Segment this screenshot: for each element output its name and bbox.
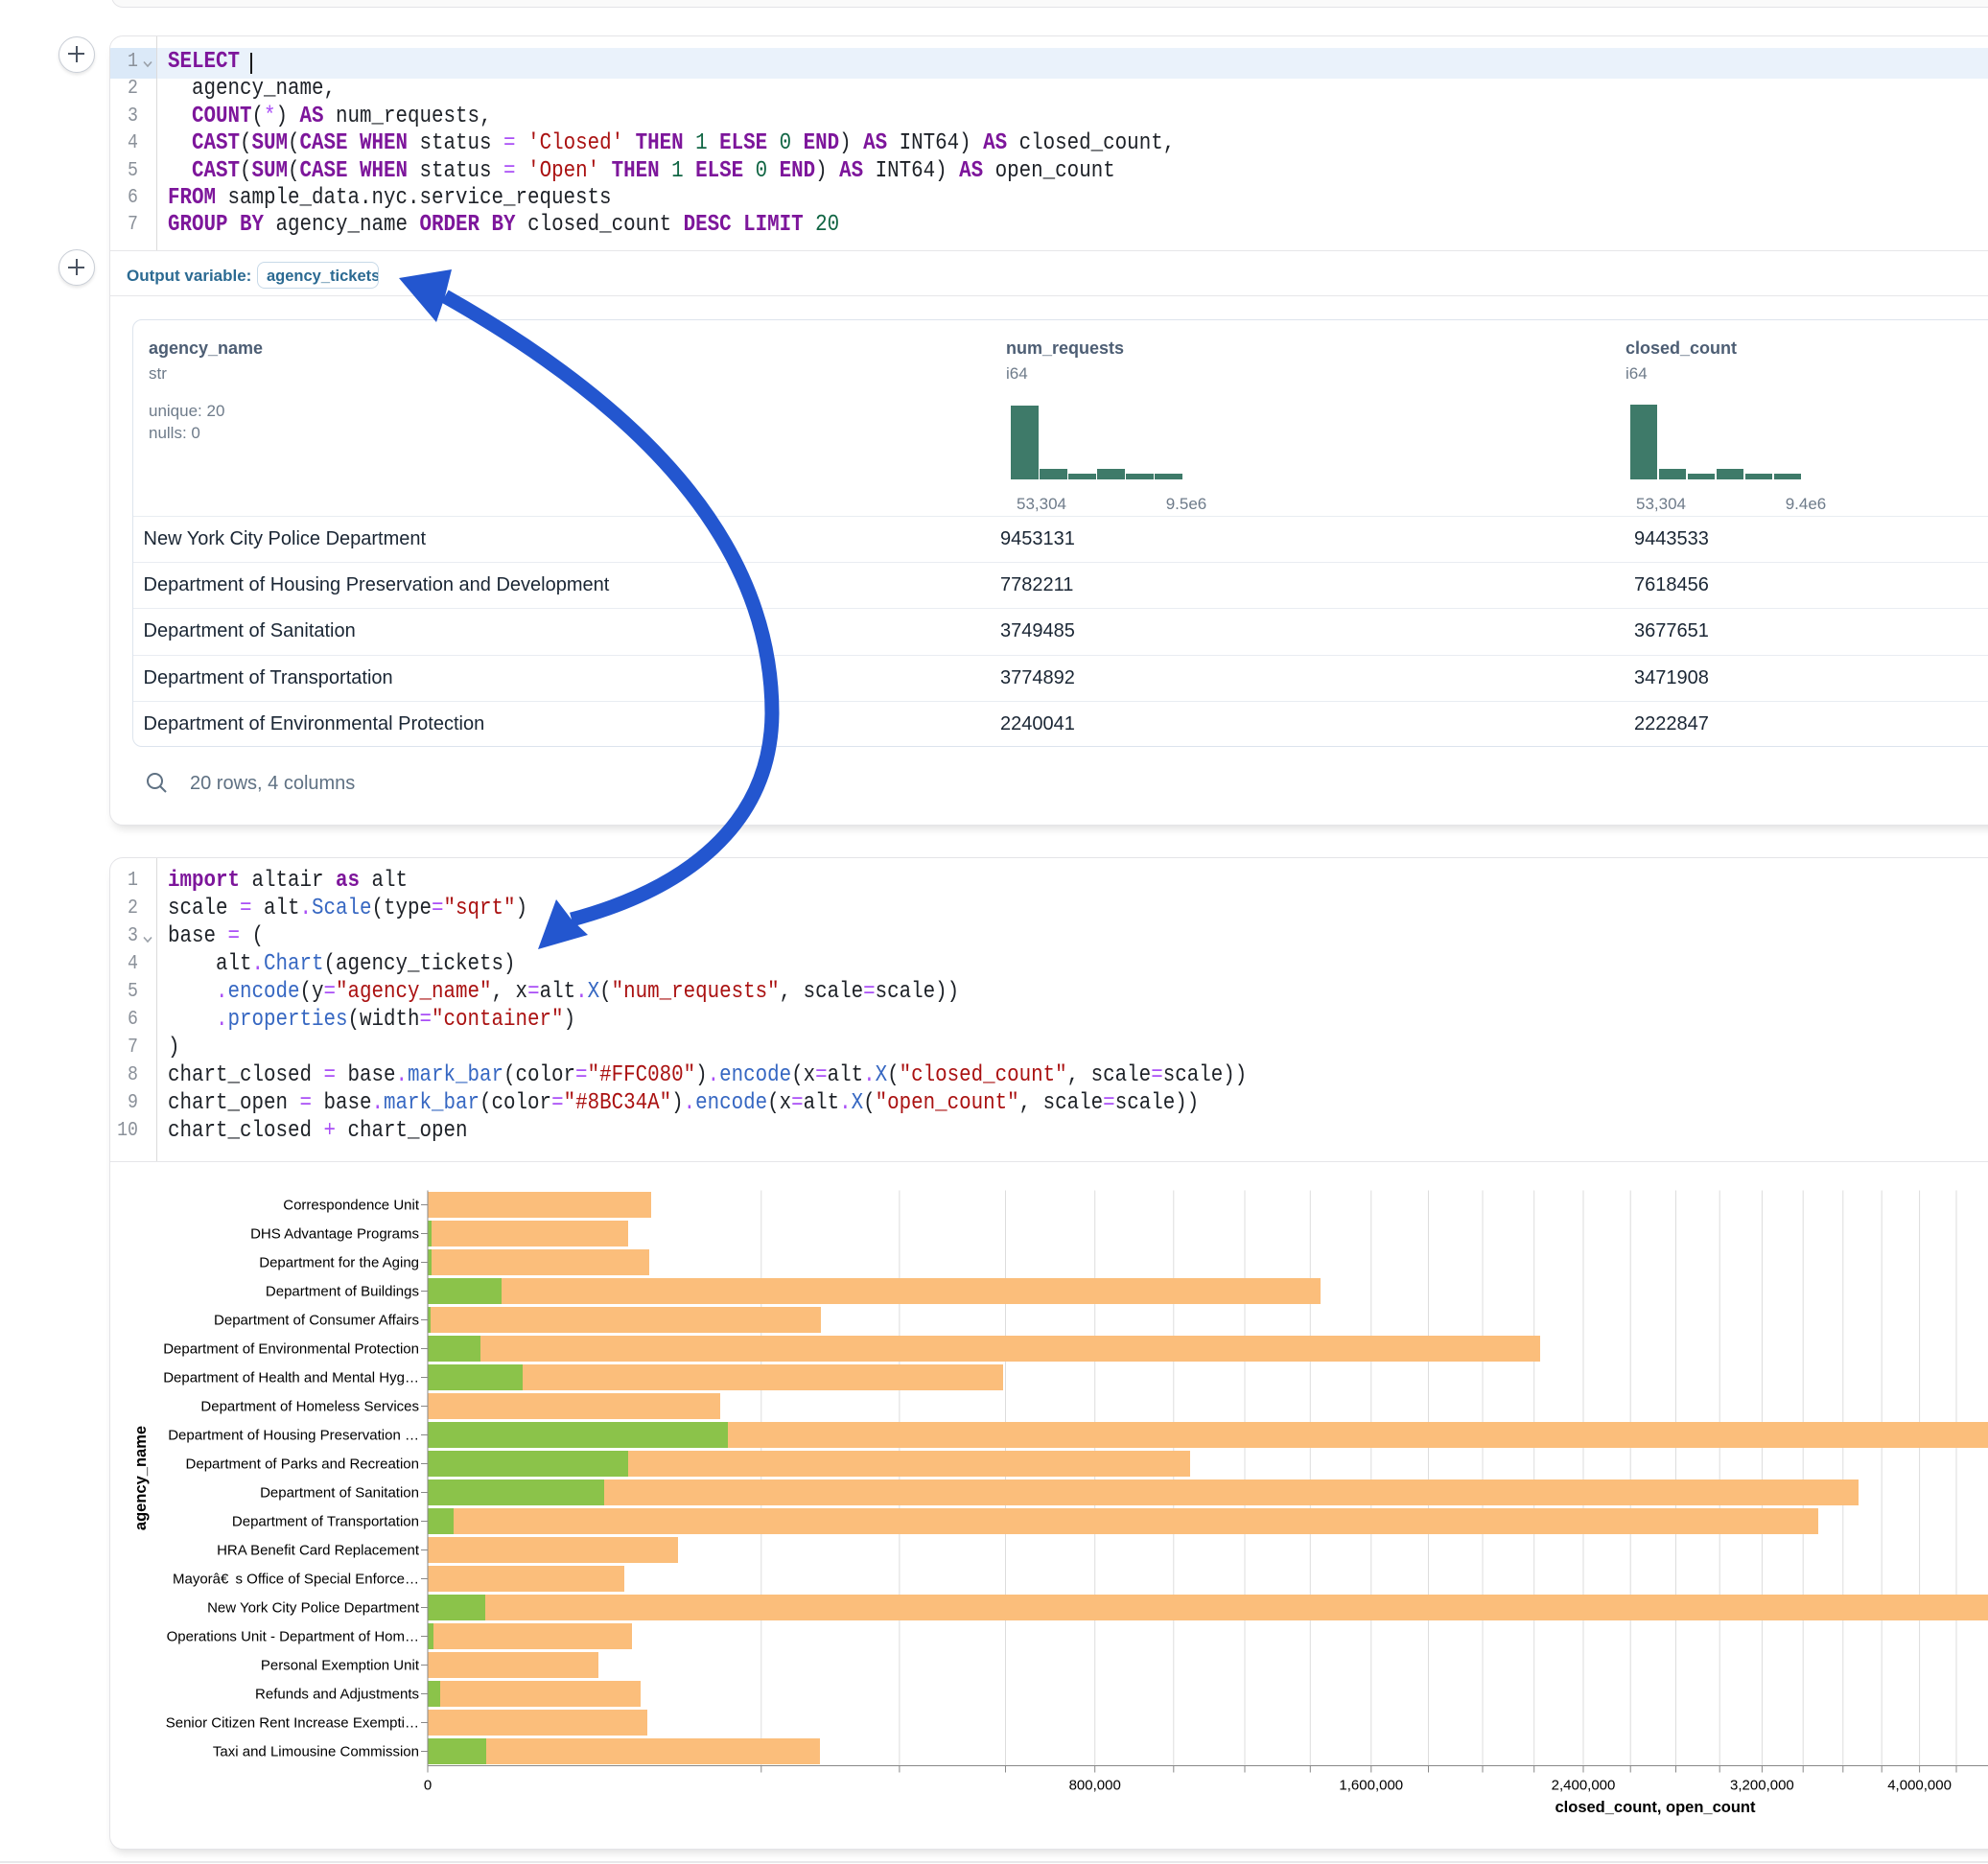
svg-text:Operations Unit - Department o: Operations Unit - Department of Hom…	[167, 1629, 419, 1645]
svg-text:Mayorâ€ s Office of Special E: Mayorâ€ s Office of Special Enforce…	[173, 1572, 419, 1588]
svg-text:New York City Police Departmen: New York City Police Department	[207, 1600, 420, 1617]
svg-text:Department of Parks and Recrea: Department of Parks and Recreation	[186, 1456, 419, 1473]
svg-text:Department for the Aging: Department for the Aging	[259, 1255, 419, 1271]
svg-text:DHS Advantage Programs: DHS Advantage Programs	[250, 1226, 419, 1243]
svg-text:800,000: 800,000	[1069, 1778, 1121, 1794]
svg-text:Taxi and Limousine Commission: Taxi and Limousine Commission	[213, 1744, 419, 1760]
svg-text:2,400,000: 2,400,000	[1552, 1778, 1616, 1794]
svg-text:4,000,000: 4,000,000	[1887, 1778, 1952, 1794]
svg-text:Department of Buildings: Department of Buildings	[266, 1284, 419, 1300]
svg-text:Department of Housing Preserva: Department of Housing Preservation …	[168, 1428, 419, 1444]
svg-text:Department of Environmental Pr: Department of Environmental Protection	[163, 1341, 419, 1358]
svg-text:HRA Benefit Card Replacement: HRA Benefit Card Replacement	[217, 1543, 420, 1559]
svg-text:Department of Consumer Affairs: Department of Consumer Affairs	[214, 1313, 419, 1329]
svg-text:Department of Sanitation: Department of Sanitation	[260, 1485, 419, 1502]
svg-text:Senior Citizen Rent Increase E: Senior Citizen Rent Increase Exempti…	[166, 1715, 419, 1732]
svg-text:Department of Health and Menta: Department of Health and Mental Hyg…	[163, 1370, 419, 1386]
svg-text:0: 0	[424, 1778, 432, 1794]
svg-text:Department of Transportation: Department of Transportation	[232, 1514, 419, 1530]
svg-text:1,600,000: 1,600,000	[1339, 1778, 1403, 1794]
svg-text:closed_count, open_count: closed_count, open_count	[1555, 1799, 1756, 1816]
svg-text:3,200,000: 3,200,000	[1730, 1778, 1794, 1794]
svg-text:Correspondence Unit: Correspondence Unit	[283, 1198, 420, 1214]
svg-text:Department of Homeless Service: Department of Homeless Services	[200, 1399, 419, 1415]
svg-text:Personal Exemption Unit: Personal Exemption Unit	[261, 1658, 420, 1674]
svg-text:agency_name: agency_name	[132, 1426, 150, 1530]
svg-text:Refunds and Adjustments: Refunds and Adjustments	[255, 1687, 419, 1703]
